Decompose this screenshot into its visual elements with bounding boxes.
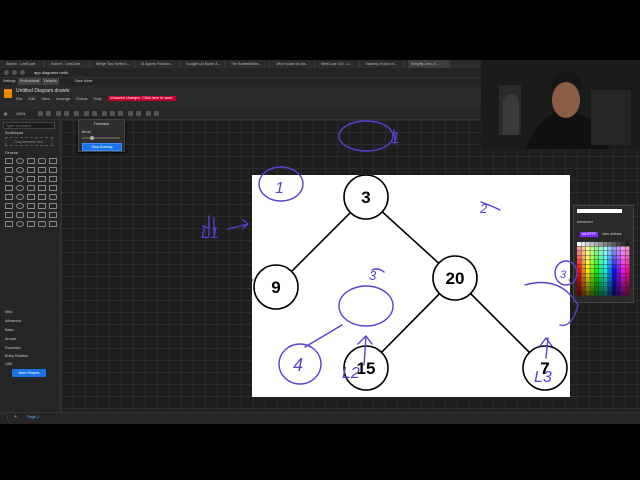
ink-label: L1 bbox=[201, 225, 219, 242]
ink-label: L3 bbox=[534, 369, 552, 386]
ink-label: 1 bbox=[391, 130, 400, 147]
ink-label: 4 bbox=[293, 355, 303, 375]
ink-label: 3 bbox=[560, 269, 567, 281]
webcam-person-image bbox=[481, 60, 640, 149]
status-bar: ⋮ + Page-1 bbox=[0, 412, 640, 424]
add-page-icon[interactable]: + bbox=[14, 414, 17, 420]
ink-arrow bbox=[227, 219, 249, 230]
ink-arrow bbox=[357, 335, 373, 366]
ink-label: L2 bbox=[342, 365, 360, 382]
ink-arrow bbox=[539, 337, 553, 359]
ink-label: 1 bbox=[275, 180, 284, 197]
ink-label: 2 bbox=[479, 201, 488, 216]
ink-label: 3 bbox=[369, 268, 377, 283]
ink-circle bbox=[338, 285, 394, 327]
ink-circle bbox=[338, 120, 394, 152]
webcam-overlay bbox=[481, 60, 640, 149]
ink-stroke bbox=[524, 281, 579, 327]
ink-line bbox=[304, 324, 343, 348]
page-menu-icon[interactable]: ⋮ bbox=[5, 414, 10, 420]
page-tab[interactable]: Page-1 bbox=[27, 415, 39, 419]
